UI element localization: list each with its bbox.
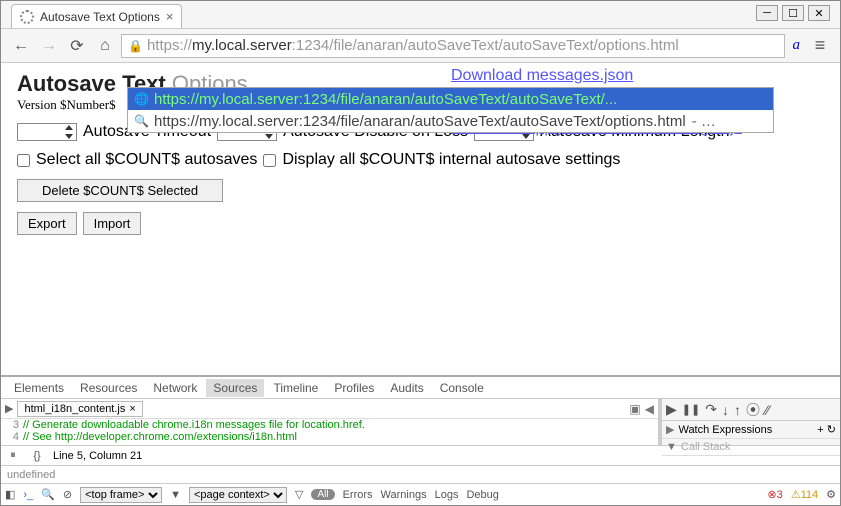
search-icon[interactable]: 🔍 [41,488,55,501]
close-icon[interactable]: × [129,403,135,415]
context-selector[interactable]: <page context> [189,487,287,503]
display-all-label: Display all $COUNT$ internal autosave se… [282,151,620,169]
cursor-position: Line 5, Column 21 [53,450,142,462]
address-bar[interactable]: 🔒 https:// my.local.server :1234 /file/a… [121,34,785,58]
filter-debug[interactable]: Debug [466,489,498,501]
debugger-sidebar: ▶ ❚❚ ↷ ↓ ↑ ⦿ ⁄⁄ ▶ Watch Expressions + ↻ … [662,399,840,445]
step-over-icon[interactable]: ↷ [705,401,717,418]
devtools-tab-network[interactable]: Network [146,379,204,397]
browser-menu-button[interactable]: ≡ [808,34,832,58]
navigator-toggle-icon[interactable]: ▶ [5,402,13,415]
url-port: :1234 [292,37,330,54]
filter-all[interactable]: All [311,489,334,500]
browser-toolbar: ← → ⟳ ⌂ 🔒 https:// my.local.server :1234… [1,29,840,63]
suggestion-text: https://my.local.server:1234/file/anaran… [154,113,686,130]
gear-icon[interactable]: ⚙ [826,488,836,501]
export-button[interactable]: Export [17,212,77,235]
resume-icon[interactable]: ▶ [666,401,677,418]
history-back-icon[interactable]: ▣ [629,402,640,416]
suggestion-text: https://my.local.server:1234/file/anaran… [154,91,617,108]
filter-logs[interactable]: Logs [435,489,459,501]
frame-chevron-icon[interactable]: ▼ [170,489,181,501]
file-tab-name: html_i18n_content.js [24,403,125,415]
devtools-tab-console[interactable]: Console [433,379,491,397]
devtools-tab-elements[interactable]: Elements [7,379,71,397]
dock-icon[interactable]: ◧ [5,488,15,501]
refresh-watch-icon[interactable]: ↻ [827,423,836,436]
import-button[interactable]: Import [83,212,142,235]
select-all-checkbox[interactable] [17,154,30,167]
browser-tab-strip: Autosave Text Options × [1,1,840,29]
console-toggle-icon[interactable]: ›_ [23,489,33,501]
search-icon: 🔍 [134,114,148,128]
download-messages-link[interactable]: Download messages.json [451,67,742,85]
console-output[interactable]: undefined [1,465,840,483]
url-suggestions-dropdown: 🌐 https://my.local.server:1234/file/anar… [127,87,774,133]
warning-count-badge[interactable]: ⚠114 [791,488,818,501]
code-editor[interactable]: 3// Generate downloadable chrome.i18n me… [1,419,658,445]
lock-icon: 🔒 [128,39,143,53]
back-button[interactable]: ← [9,34,33,58]
chevron-left-icon[interactable]: ◀ [645,402,654,416]
window-maximize-button[interactable]: ☐ [782,5,804,21]
error-count-badge[interactable]: ⊗3 [767,488,782,501]
call-stack-section[interactable]: ▼ Call Stack [662,439,840,456]
pause-icon[interactable]: ❚❚ [682,403,700,416]
watch-expressions-section[interactable]: ▶ Watch Expressions + ↻ [662,421,840,439]
forward-button[interactable]: → [37,34,61,58]
reload-button[interactable]: ⟳ [65,34,89,58]
frame-selector[interactable]: <top frame> [80,487,162,503]
code-line: // See http://developer.chrome.com/exten… [23,431,297,443]
globe-icon: 🌐 [134,92,148,106]
filter-errors[interactable]: Errors [343,489,373,501]
delete-selected-button[interactable]: Delete $COUNT$ Selected [17,179,223,202]
step-into-icon[interactable]: ↓ [722,402,729,418]
extension-badge[interactable]: a [789,37,805,54]
window-minimize-button[interactable]: ─ [756,5,778,21]
devtools-panel: Elements Resources Network Sources Timel… [1,375,840,505]
url-scheme: https:// [147,37,192,54]
devtools-tab-timeline[interactable]: Timeline [266,379,325,397]
clear-icon[interactable]: ⊘ [63,488,72,501]
sources-pane: ▶ html_i18n_content.js × ▣ ◀ 3// Generat… [1,399,662,445]
add-watch-icon[interactable]: + [817,424,823,436]
filter-warnings[interactable]: Warnings [381,489,427,501]
display-all-checkbox[interactable] [263,154,276,167]
step-out-icon[interactable]: ↑ [734,402,741,418]
tab-title: Autosave Text Options [40,10,160,24]
url-host: my.local.server [192,37,292,54]
url-path: /file/anaran/autoSaveText/autoSaveText/o… [329,37,678,54]
chevron-right-icon: ▶ [666,423,674,436]
devtools-tab-audits[interactable]: Audits [383,379,430,397]
devtools-tabs: Elements Resources Network Sources Timel… [1,377,840,399]
suggestion-item[interactable]: 🔍 https://my.local.server:1234/file/anar… [128,110,773,132]
breakpoints-icon[interactable]: ⦿ [746,400,760,420]
filter-icon[interactable]: ▽ [295,488,303,501]
tab-close-icon[interactable]: × [166,9,174,24]
braces-icon[interactable]: {} [29,450,45,462]
source-file-tab[interactable]: html_i18n_content.js × [17,401,142,417]
tab-favicon [20,10,34,24]
code-line: // Generate downloadable chrome.i18n mes… [23,419,365,431]
pause-circle-icon[interactable]: ⏸ [5,449,21,462]
suggestion-item[interactable]: 🌐 https://my.local.server:1234/file/anar… [128,88,773,110]
window-close-button[interactable]: ✕ [808,5,830,21]
pause-exceptions-icon[interactable]: ⁄⁄ [765,402,770,418]
suggestion-suffix: - … [692,113,716,130]
devtools-tab-sources[interactable]: Sources [206,379,264,397]
devtools-tab-resources[interactable]: Resources [73,379,144,397]
devtools-footer: ◧ ›_ 🔍 ⊘ <top frame> ▼ <page context> ▽ … [1,483,840,505]
browser-tab[interactable]: Autosave Text Options × [11,4,182,28]
home-button[interactable]: ⌂ [93,34,117,58]
autosave-timeout-input[interactable] [17,123,77,141]
chevron-down-icon: ▼ [666,441,677,453]
select-all-label: Select all $COUNT$ autosaves [36,151,257,169]
devtools-tab-profiles[interactable]: Profiles [327,379,381,397]
